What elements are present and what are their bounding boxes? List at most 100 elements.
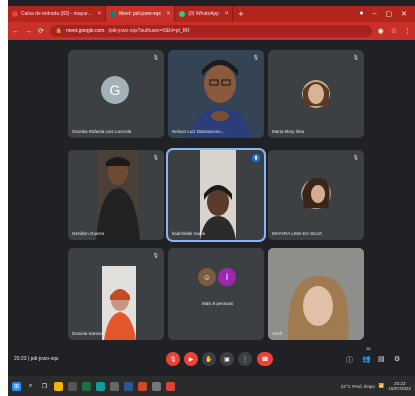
meet-stage: G 🎙 Grasika Rafaela Lins Lacerda 🎙 Nelso… [8,40,415,346]
participant-avatar: ☺ [198,268,216,286]
speaking-indicator-icon: ▮ [252,154,260,162]
word-icon[interactable] [124,381,133,391]
tab-title: Meet: pdi-jcwo-xqs [119,11,161,17]
url-host: meet.google.com [66,28,105,34]
meet-controls: 20:23 | pdi-jcwo-xqs 🎙 ▶ ✋ ▣ ⋮ ☎ ⓘ 18 👥 … [8,346,415,376]
tab-gmail[interactable]: Caixa de entrada (83) - mayar... × [8,6,107,22]
camera-icon[interactable]: ◉ [378,27,384,35]
participant-tile[interactable]: 🎙 Daniela Santos [68,248,164,340]
participant-name: kadchelde maria [172,231,206,236]
participant-video [168,150,264,240]
left-edge [0,0,8,396]
more-participants-tile[interactable]: ☺ I Mais 8 pessoas [168,248,264,340]
close-window-button[interactable]: ✕ [401,10,407,18]
system-tray: 22°C Pred. limpo 📶 20:23 15/07/2022 [341,381,411,391]
participant-tile[interactable]: 🎙 Nelson Luiz Damasceno... [168,50,264,138]
window-controls: ● – ▢ ✕ [359,10,415,18]
avatar-initial: I [225,272,229,282]
tab-title: (9) WhatsApp [188,11,219,17]
participant-name: Nelson Luiz Damasceno... [172,129,225,134]
info-icon[interactable]: ⓘ [346,355,353,365]
more-participants-label: Mais 8 pessoas [202,301,234,306]
chat-icon[interactable]: ▤ [378,355,385,363]
task-view-icon[interactable]: ❐ [40,382,49,391]
minimize-button[interactable]: – [373,10,377,18]
file-explorer-icon[interactable] [54,381,63,391]
store-icon[interactable] [68,381,77,391]
screen: Caixa de entrada (83) - mayar... × Meet:… [0,0,415,396]
whatsapp-icon [179,11,186,17]
participant-video [68,248,164,340]
activities-icon[interactable]: ⚙ [394,355,400,363]
maximize-button[interactable]: ▢ [386,10,393,18]
participant-count: 18 [366,346,371,351]
camera-toggle-button[interactable]: ▶ [184,352,198,366]
hand-raise-button[interactable]: ✋ [202,352,216,366]
extensions-icon[interactable]: ⋮ [404,27,411,35]
participant-tile[interactable]: 🎙 Genilton Guerra [68,150,164,240]
meeting-code: pdi-jcwo-xqs [30,356,59,362]
address-bar: ← → ⟳ 🔒 meet.google.com /pdi-jcwo-xqs?au… [8,22,415,40]
powerpoint-icon[interactable] [138,381,147,391]
participant-name: Grasika Rafaela Lins Lacerda [72,129,132,134]
participant-name: Daniela Santos [72,331,103,336]
edge-icon[interactable] [96,381,105,391]
app-icon[interactable] [110,381,119,391]
present-button[interactable]: ▣ [220,352,234,366]
more-options-button[interactable]: ⋮ [238,352,252,366]
profile-icon[interactable]: ● [359,10,363,18]
participant-tile-speaking[interactable]: ▮ kadchelde maria [166,148,266,242]
excel-icon[interactable] [82,381,91,391]
windows-start-icon[interactable]: ⊞ [12,381,21,391]
participant-name: Genilton Guerra [72,231,105,236]
star-icon[interactable]: ☆ [391,27,397,35]
participant-video [168,50,264,138]
tab-whatsapp[interactable]: (9) WhatsApp × [175,6,234,22]
back-icon[interactable]: ← [12,28,19,35]
participant-tile[interactable]: G 🎙 Grasika Rafaela Lins Lacerda [68,50,164,138]
mic-off-icon: 🎙 [152,155,159,161]
meeting-time: 20:23 [14,356,27,362]
participant-name: Maria Mary lima [272,129,305,134]
clock-date: 15/07/2022 [388,386,411,391]
avatar: G [101,76,129,104]
end-call-button[interactable]: ☎ [257,352,273,366]
browser-tab-bar: Caixa de entrada (83) - mayar... × Meet:… [8,6,415,22]
meet-icon [110,11,117,17]
mic-off-icon: 🎙 [352,155,359,161]
new-tab-button[interactable]: + [233,9,248,19]
lock-icon: 🔒 [55,28,63,34]
meeting-info: 20:23 | pdi-jcwo-xqs [14,356,59,362]
clock[interactable]: 20:23 15/07/2022 [388,381,411,391]
tab-meet[interactable]: Meet: pdi-jcwo-xqs × [106,6,176,22]
mic-off-icon: 🎙 [152,55,159,61]
avatar: I [218,268,236,286]
chrome-icon[interactable] [166,381,175,391]
participant-tile[interactable]: 🎙 MAYARA LIMA DA SILVA [268,150,364,240]
network-icon[interactable]: 📶 [379,383,385,389]
windows-taskbar: ⊞ ⌕ ❐ 22°C Pred. limpo 📶 20:23 15/07/202… [8,376,415,396]
mic-toggle-button[interactable]: 🎙 [166,352,180,366]
close-icon[interactable]: × [167,11,171,17]
self-video [268,248,364,340]
close-icon[interactable]: × [225,11,229,17]
weather-status[interactable]: 22°C Pred. limpo [341,384,375,389]
mic-off-icon: 🎙 [352,55,359,61]
search-icon[interactable]: ⌕ [26,382,35,391]
address-bar-actions: ◉ ☆ ⋮ [378,27,411,35]
participant-name: Você [272,331,283,336]
mic-off-icon: 🎙 [152,253,159,259]
participant-photo [302,80,330,108]
people-icon[interactable]: 👥 [362,355,371,363]
url-path: /pdi-jcwo-xqs?authuser=0&hl=pt_BR [108,28,190,34]
participant-photo [301,177,331,209]
self-view-tile[interactable]: Você [268,248,364,340]
mic-off-icon: 🎙 [252,55,259,61]
photos-icon[interactable] [152,381,161,391]
forward-icon[interactable]: → [25,28,32,35]
url-field[interactable]: 🔒 meet.google.com /pdi-jcwo-xqs?authuser… [49,25,372,37]
reload-icon[interactable]: ⟳ [38,27,44,35]
close-icon[interactable]: × [98,11,102,17]
participant-video [68,150,164,240]
participant-tile[interactable]: 🎙 Maria Mary lima [268,50,364,138]
